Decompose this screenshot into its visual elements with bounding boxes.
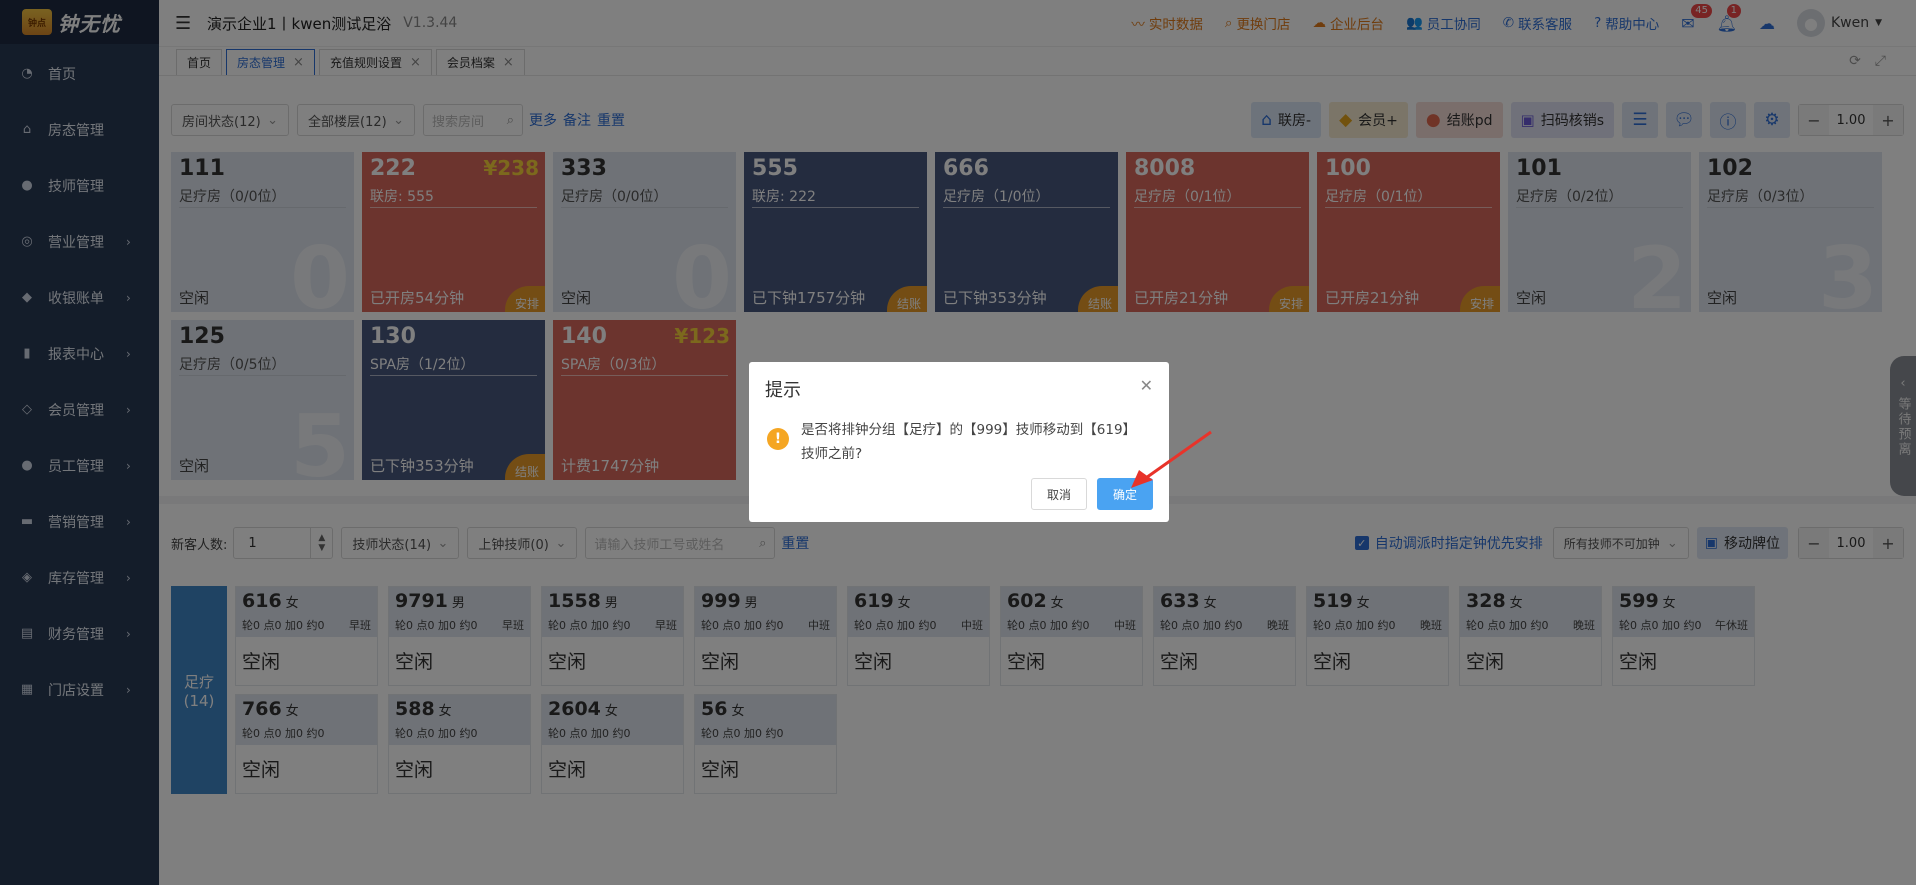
close-icon[interactable]: ✕ [1140,376,1153,395]
dialog-message: 是否将排钟分组【足疗】的【999】技师移动到【619】技师之前? [801,422,1137,462]
cancel-button[interactable]: 取消 [1031,478,1087,510]
dialog-title: 提示 [765,380,801,401]
red-arrow-annotation [1131,430,1212,488]
warning-icon: ! [767,428,789,450]
confirm-dialog: 提示 ✕ ! 是否将排钟分组【足疗】的【999】技师移动到【619】技师之前? … [749,362,1169,522]
